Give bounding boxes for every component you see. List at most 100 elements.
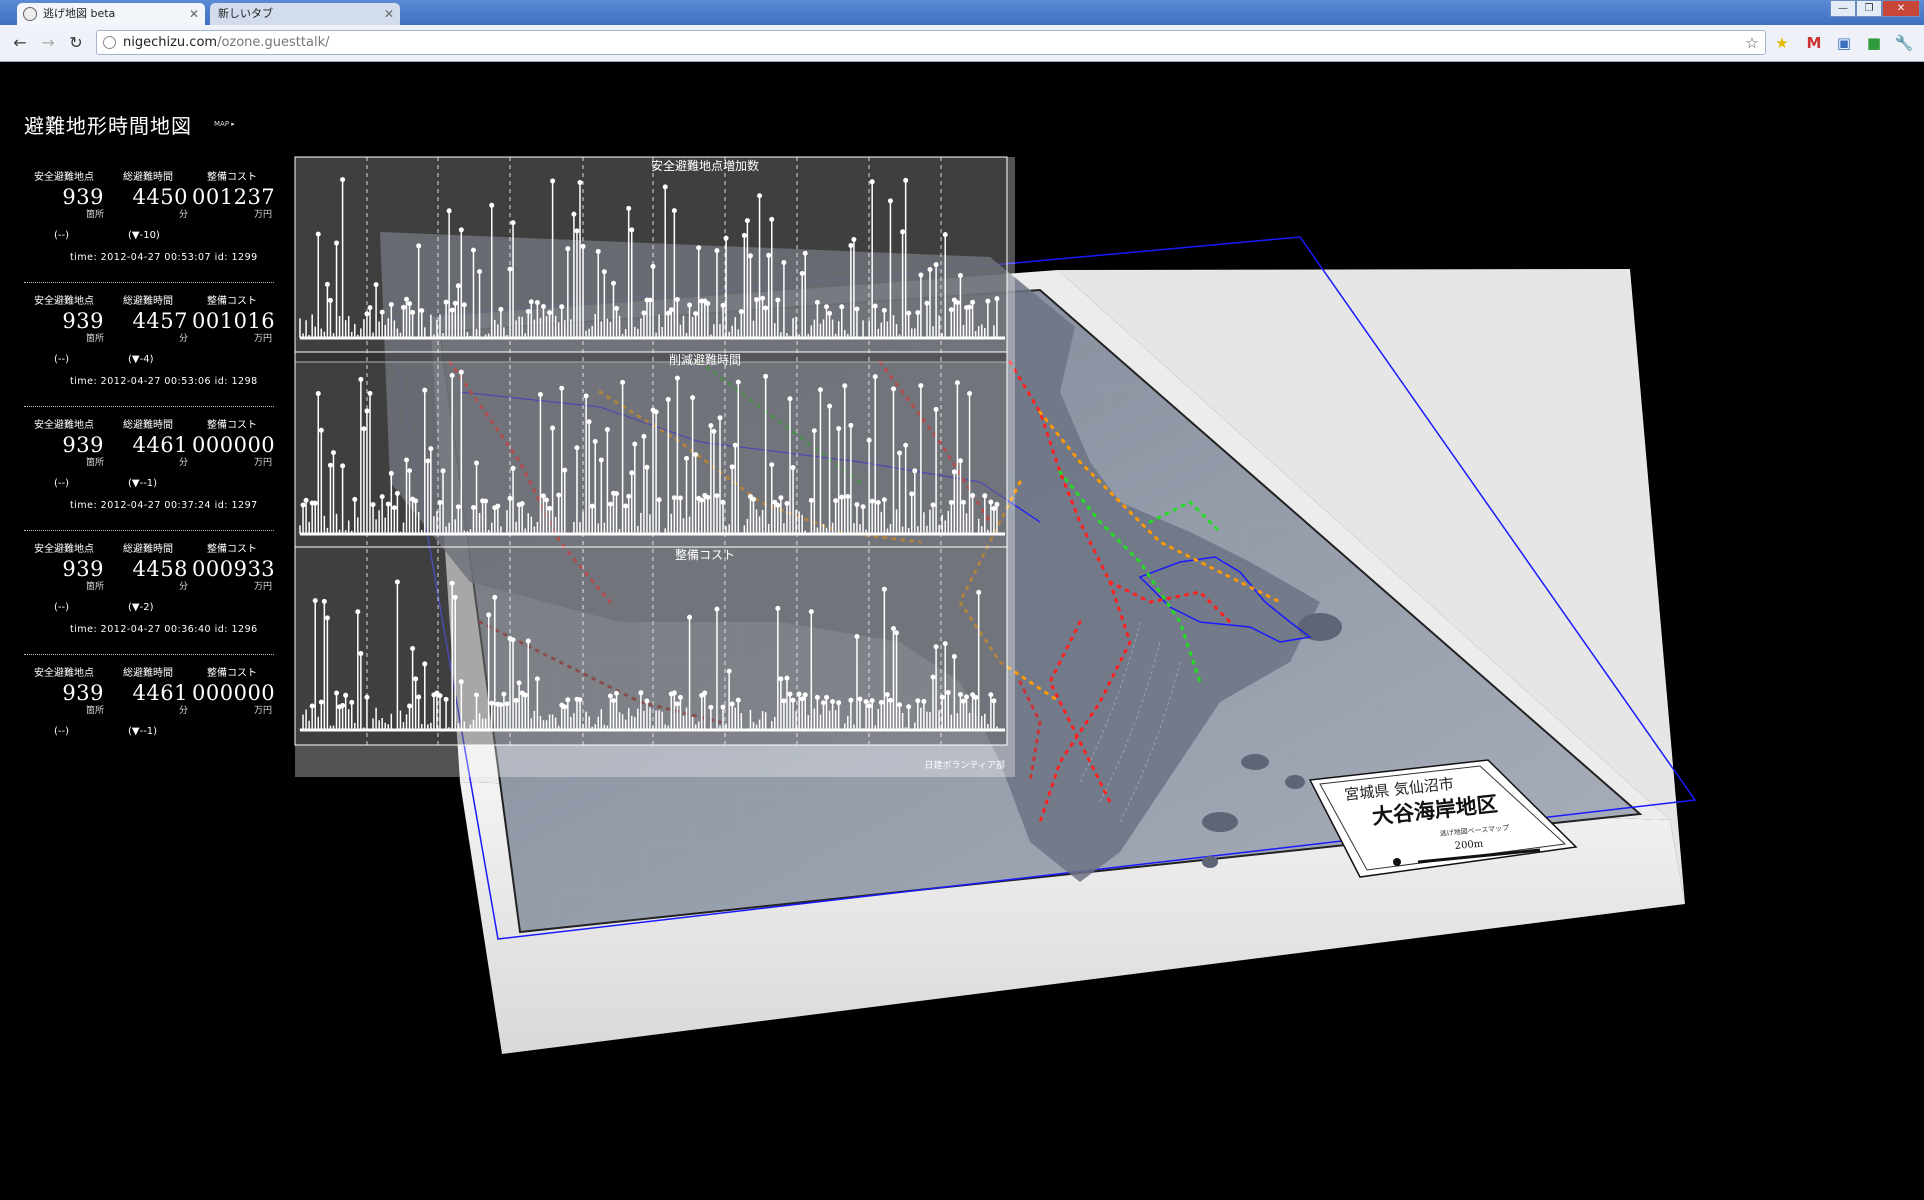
chart-bar-cap xyxy=(775,297,781,303)
chart-bar-cap xyxy=(960,499,966,505)
chart-bar-cap xyxy=(799,696,805,702)
cost-value: 000933 xyxy=(192,557,276,581)
chart-bar-cap xyxy=(729,464,735,470)
log-entry: 安全避難地点 939 箇所 総避難時間 4450 分 整備コスト 001237 … xyxy=(24,158,275,282)
chart-bar-cap xyxy=(556,492,562,498)
bookmarks-icon[interactable]: ★ xyxy=(1772,33,1792,53)
chart-bar-cap xyxy=(449,372,455,378)
chart-bar-cap xyxy=(948,307,954,313)
chart-bar-cap xyxy=(842,383,848,389)
toolbar: ← → ↻ nigechizu.com/ozone.guesttalk/ ☆ ★… xyxy=(0,25,1924,62)
chart-bar-cap xyxy=(763,373,769,379)
chart-bar-cap xyxy=(738,309,744,315)
close-icon[interactable]: ✕ xyxy=(384,3,394,25)
chart-bar-cap xyxy=(769,216,775,222)
chart-bar-cap xyxy=(702,690,708,696)
chart-bar-cap xyxy=(714,493,720,499)
chart-bar-cap xyxy=(915,310,921,316)
chart-bar-cap xyxy=(501,691,507,697)
map-scene[interactable]: 宮城県 気仙沼市 大谷海岸地区 逃げ地図ベースマップ 200m 安全避難地点増加… xyxy=(0,62,1924,1200)
forward-button[interactable]: → xyxy=(38,33,58,53)
chart-bar-cap xyxy=(836,426,842,432)
page-viewport: 宮城県 気仙沼市 大谷海岸地区 逃げ地図ベースマップ 200m 安全避難地点増加… xyxy=(0,62,1924,1200)
chart-bar-cap xyxy=(489,202,495,208)
chart-bar-cap xyxy=(474,460,480,466)
chart-bar-cap xyxy=(994,296,1000,302)
chart-bar-cap xyxy=(723,235,729,241)
chart-bar-cap xyxy=(422,661,428,667)
chart-bar-cap xyxy=(483,498,489,504)
chart-bar-cap xyxy=(930,674,936,680)
charts-panel: 安全避難地点増加数 削減避難時間 整備コスト 日建ボランティア部 xyxy=(294,156,1015,777)
chart-bar-cap xyxy=(349,699,355,705)
calendar-extension-icon[interactable]: ▣ xyxy=(1834,33,1854,53)
chart-bar-cap xyxy=(364,311,370,317)
chart-bar-cap xyxy=(610,698,616,704)
chart-bar-cap xyxy=(869,698,875,704)
tab-nigechizu[interactable]: 逃げ地図 beta ✕ xyxy=(17,3,205,25)
chart-bar-cap xyxy=(340,702,346,708)
chart-bar-cap xyxy=(954,380,960,386)
tab-strip: 逃げ地図 beta ✕ 新しいタブ ✕ — ❐ ✕ xyxy=(0,0,1924,25)
chart-bar-cap xyxy=(778,495,784,501)
tab-new[interactable]: 新しいタブ ✕ xyxy=(210,3,400,25)
chart-bar-cap xyxy=(708,704,714,710)
chart-bar-cap xyxy=(903,177,909,183)
back-button[interactable]: ← xyxy=(10,33,30,53)
chart-bar-cap xyxy=(671,690,677,696)
chart-bar-cap xyxy=(824,304,830,310)
safe-points-label: 安全避難地点 xyxy=(34,172,94,183)
reload-button[interactable]: ↻ xyxy=(66,33,86,53)
chart-bar-cap xyxy=(848,242,854,248)
safe-points-value: 939 xyxy=(62,557,104,581)
chart-bar-cap xyxy=(665,396,671,402)
safe-points-delta: (--) xyxy=(54,726,70,737)
chart-bar-cap xyxy=(510,220,516,226)
cost-value: 000000 xyxy=(192,681,276,705)
chart-bar-cap xyxy=(562,467,568,473)
address-bar[interactable]: nigechizu.com/ozone.guesttalk/ xyxy=(96,30,1766,55)
chart-1-title: 安全避難地点増加数 xyxy=(651,158,759,173)
chart-bar-cap xyxy=(900,229,906,235)
map-link[interactable]: MAP ▸ xyxy=(214,120,235,128)
wrench-icon[interactable]: 🔧 xyxy=(1894,33,1914,53)
chart-bar-cap xyxy=(671,495,677,501)
chart-bar-cap xyxy=(498,306,504,312)
chart-bar-cap xyxy=(918,272,924,278)
chart-bar-cap xyxy=(455,504,461,510)
chart-bar-cap xyxy=(781,260,787,266)
chart-bar-cap xyxy=(540,493,546,499)
restore-button[interactable]: ❐ xyxy=(1856,0,1882,17)
chart-bar-cap xyxy=(492,594,498,600)
chart-bar-cap xyxy=(321,598,327,604)
chart-bar-cap xyxy=(890,386,896,392)
chart-bar-cap xyxy=(604,427,610,433)
cost-label: 整備コスト xyxy=(207,172,257,183)
chart-bar-cap xyxy=(537,392,543,398)
minimize-button[interactable]: — xyxy=(1830,0,1856,17)
evernote-icon[interactable]: ■ xyxy=(1864,33,1884,53)
chart-bar-cap xyxy=(912,468,918,474)
window-close-button[interactable]: ✕ xyxy=(1882,0,1920,17)
chart-bar-cap xyxy=(416,694,422,700)
chart-bar-cap xyxy=(327,297,333,303)
chart-bar-cap xyxy=(458,369,464,375)
url-path: /ozone.guesttalk/ xyxy=(217,35,330,50)
chart-bar-cap xyxy=(903,442,909,448)
chart-bar-cap xyxy=(419,308,425,314)
chart-bar-cap xyxy=(589,503,595,509)
chart-bar-cap xyxy=(547,310,553,316)
chart-bar-cap xyxy=(878,699,884,705)
browser-chrome: 逃げ地図 beta ✕ 新しいタブ ✕ — ❐ ✕ ← → ↻ nigechiz… xyxy=(0,0,1924,62)
chart-bar-cap xyxy=(720,704,726,710)
chart-bar-cap xyxy=(735,697,741,703)
chart-bar-cap xyxy=(790,697,796,703)
close-icon[interactable]: ✕ xyxy=(189,3,199,25)
chart-bar-cap xyxy=(668,307,674,313)
chart-bar-cap xyxy=(388,470,394,476)
chart-bar-cap xyxy=(814,694,820,700)
bookmark-star-icon[interactable]: ☆ xyxy=(1742,33,1762,53)
chart-bar-cap xyxy=(866,437,872,443)
chart-bar-cap xyxy=(784,675,790,681)
gmail-icon[interactable]: M xyxy=(1804,33,1824,53)
